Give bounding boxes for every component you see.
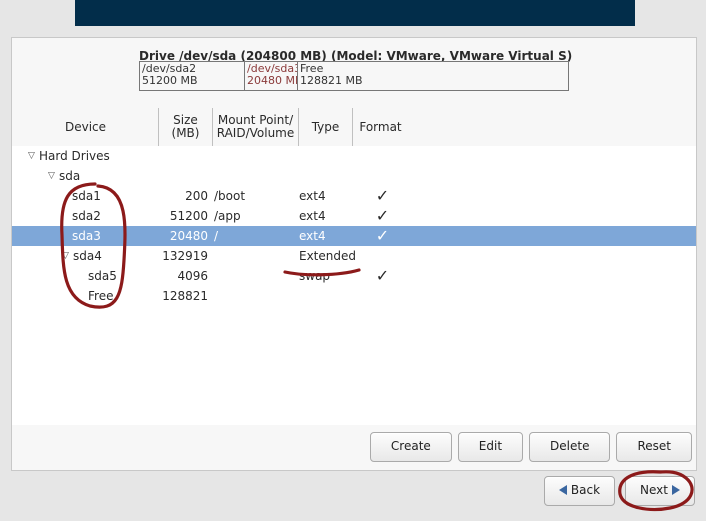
back-button[interactable]: Back: [544, 476, 615, 506]
partition-row[interactable]: ▽sda4 132919 Extended: [12, 246, 696, 266]
format-check-icon: ✓: [355, 226, 410, 246]
size-value: 128821: [157, 286, 210, 306]
device-label: Hard Drives: [39, 146, 110, 166]
device-label: sda5: [88, 266, 117, 286]
format-check-icon: [355, 246, 410, 266]
type-value: [295, 146, 359, 166]
mount-value: [210, 266, 299, 286]
nav-bar: Back Next: [11, 476, 695, 510]
format-check-icon: [355, 146, 410, 166]
edit-button[interactable]: Edit: [458, 432, 523, 462]
type-value: swap: [295, 266, 359, 286]
device-label: sda: [59, 166, 80, 186]
type-value: ext4: [295, 226, 359, 246]
header-device[interactable]: Device: [13, 108, 159, 146]
partition-row[interactable]: sda2 51200/appext4✓: [12, 206, 696, 226]
size-value: 51200: [157, 206, 210, 226]
mount-value: [210, 146, 299, 166]
disclosure-icon[interactable]: ▽: [48, 166, 57, 186]
header-mount[interactable]: Mount Point/ RAID/Volume: [213, 108, 299, 146]
diagram-segment: Free128821 MB: [298, 62, 568, 90]
reset-button[interactable]: Reset: [616, 432, 692, 462]
size-value: [157, 146, 210, 166]
mount-value: /: [210, 226, 299, 246]
action-bar: Create Edit Delete Reset: [13, 432, 692, 466]
column-headers: Device Size (MB) Mount Point/ RAID/Volum…: [13, 108, 695, 147]
size-value: 200: [157, 186, 210, 206]
format-check-icon: ✓: [355, 186, 410, 206]
mount-value: [210, 166, 299, 186]
format-check-icon: ✓: [355, 206, 410, 226]
device-label: sda2: [72, 206, 101, 226]
partition-row: Free 128821: [12, 286, 696, 306]
partition-tree: ▽Hard Drives▽sdasda1200/bootext4✓sda2512…: [12, 146, 696, 425]
format-check-icon: ✓: [355, 266, 410, 286]
partition-panel: Drive /dev/sda (204800 MB) (Model: VMwar…: [11, 37, 697, 471]
mount-value: /app: [210, 206, 299, 226]
device-label: sda3: [72, 226, 101, 246]
diagram-segment: /dev/sda320480 MB: [245, 62, 298, 90]
type-value: [295, 286, 359, 306]
type-value: [295, 166, 359, 186]
size-value: 4096: [157, 266, 210, 286]
partition-row[interactable]: sda1 200/bootext4✓: [12, 186, 696, 206]
create-button[interactable]: Create: [370, 432, 452, 462]
header-format[interactable]: Format: [353, 108, 408, 146]
partition-row: ▽Hard Drives: [12, 146, 696, 166]
mount-value: /boot: [210, 186, 299, 206]
type-value: ext4: [295, 186, 359, 206]
header-banner: [75, 0, 635, 26]
next-button[interactable]: Next: [625, 476, 695, 506]
size-value: [157, 166, 210, 186]
header-size[interactable]: Size (MB): [159, 108, 213, 146]
device-label: Free: [88, 286, 113, 306]
back-label: Back: [571, 483, 600, 497]
device-label: sda1: [72, 186, 101, 206]
arrow-right-icon: [672, 485, 680, 495]
format-check-icon: [355, 166, 410, 186]
disclosure-icon[interactable]: ▽: [28, 146, 37, 166]
type-value: ext4: [295, 206, 359, 226]
mount-value: [210, 246, 299, 266]
diagram-segment: /dev/sda251200 MB: [140, 62, 245, 90]
mount-value: [210, 286, 299, 306]
disclosure-icon[interactable]: ▽: [62, 246, 71, 266]
partition-row[interactable]: ▽sda: [12, 166, 696, 186]
partition-row[interactable]: sda5 4096 swap✓: [12, 266, 696, 286]
size-value: 20480: [157, 226, 210, 246]
drive-diagram: /dev/sda251200 MB/dev/sda320480 MBFree12…: [139, 61, 569, 91]
delete-button[interactable]: Delete: [529, 432, 610, 462]
next-label: Next: [640, 483, 668, 497]
format-check-icon: [355, 286, 410, 306]
header-type[interactable]: Type: [299, 108, 353, 146]
device-label: sda4: [73, 246, 102, 266]
partition-row[interactable]: sda3 20480/ext4✓: [12, 226, 696, 246]
size-value: 132919: [157, 246, 210, 266]
arrow-left-icon: [559, 485, 567, 495]
type-value: Extended: [295, 246, 359, 266]
